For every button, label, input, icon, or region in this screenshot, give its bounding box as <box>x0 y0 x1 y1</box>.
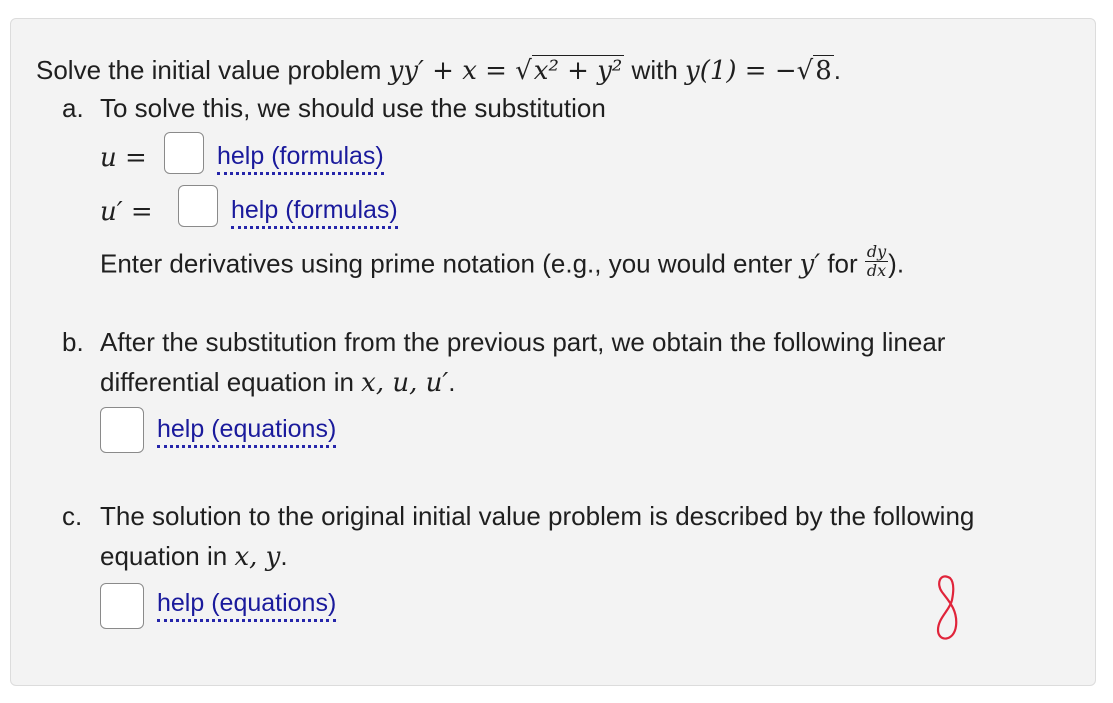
part-c-line2-prefix: equation in <box>100 541 235 571</box>
derivative-note: Enter derivatives using prime notation (… <box>100 244 905 283</box>
part-b-line2-suffix: . <box>448 367 456 397</box>
part-c-vars: x, y <box>234 542 281 572</box>
sqrt-condition: √8 <box>796 55 834 86</box>
sqrt-expression: √x² + y² <box>515 55 625 86</box>
handwritten-eight-annotation <box>936 575 958 640</box>
help-equations-link-c[interactable]: help (equations) <box>157 591 337 622</box>
u-answer-input[interactable] <box>164 132 204 174</box>
sqrt-radicand: x² + y² <box>531 55 625 86</box>
note-prefix: Enter derivatives using prime notation (… <box>100 248 800 279</box>
uprime-answer-input[interactable] <box>178 185 218 227</box>
part-b-line1: After the substitution from the previous… <box>100 327 946 357</box>
uprime-label: u′ = <box>100 197 153 227</box>
note-suffix: ). <box>888 248 905 279</box>
part-c-answer-input[interactable] <box>100 583 144 629</box>
part-b-line2-prefix: differential equation in <box>100 367 362 397</box>
part-b-line2: differential equation in x, u, u′. <box>100 369 456 396</box>
problem-suffix: . <box>833 55 841 85</box>
u-label: u = <box>100 143 147 173</box>
initial-condition: y(1) = − <box>685 56 797 86</box>
part-c-label: c. <box>62 501 83 531</box>
part-b-vars: x, u, u′ <box>361 368 449 398</box>
help-formulas-link-2[interactable]: help (formulas) <box>231 198 398 229</box>
part-b-answer-input[interactable] <box>100 407 144 453</box>
help-formulas-link-1[interactable]: help (formulas) <box>217 144 384 175</box>
problem-statement: Solve the initial value problem yy′ + x … <box>36 55 841 86</box>
dy-dx-fraction: dy dx <box>864 242 889 280</box>
condition-radicand: 8 <box>813 55 834 86</box>
part-c-line2: equation in x, y. <box>100 543 288 570</box>
frac-denominator: dx <box>866 261 887 280</box>
problem-prefix: Solve the initial value problem <box>36 55 389 85</box>
part-a-label: a. <box>62 93 84 123</box>
problem-with: with <box>624 55 685 85</box>
part-c-line1: The solution to the original initial val… <box>100 501 975 531</box>
problem-equation-left: yy′ + x = <box>388 56 516 86</box>
frac-numerator: dy <box>864 242 889 262</box>
note-mid: for <box>820 248 865 279</box>
part-c-line2-suffix: . <box>280 541 288 571</box>
note-var: y′ <box>799 249 821 280</box>
part-b-label: b. <box>62 327 84 357</box>
help-equations-link-b[interactable]: help (equations) <box>157 417 337 448</box>
part-a-text: To solve this, we should use the substit… <box>100 93 606 123</box>
